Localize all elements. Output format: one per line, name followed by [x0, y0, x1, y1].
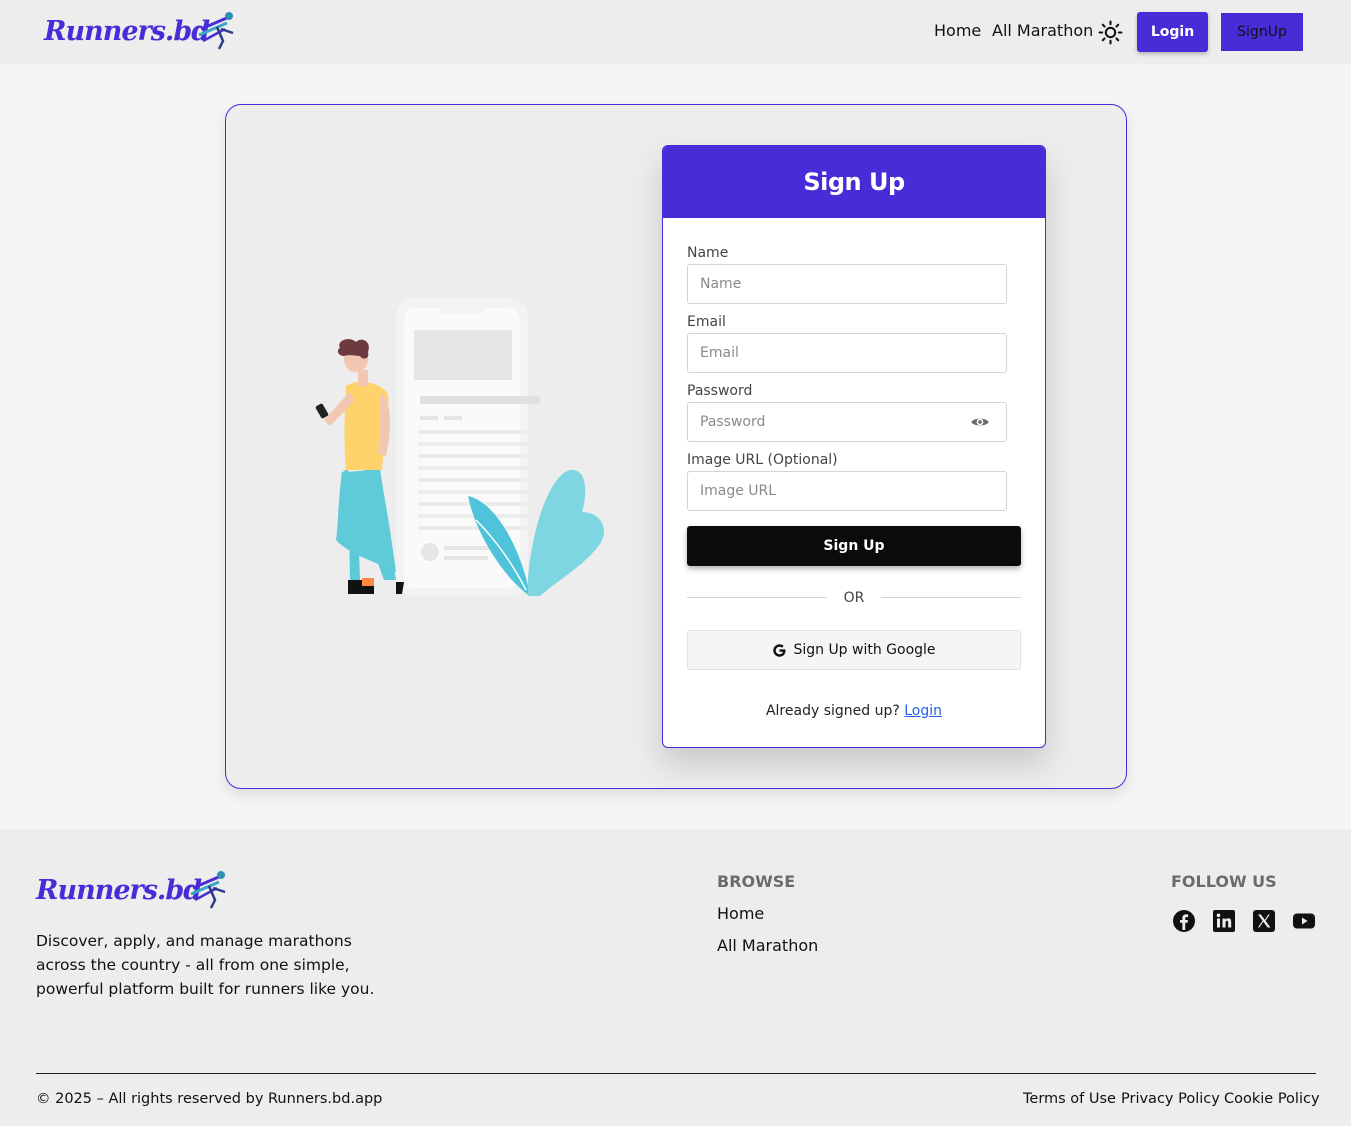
brand-logo[interactable]: Runners.bd — [44, 8, 239, 54]
login-button[interactable]: Login — [1137, 12, 1208, 52]
footer-divider — [36, 1073, 1316, 1074]
x-icon[interactable] — [1252, 909, 1276, 933]
sun-icon[interactable] — [1098, 20, 1123, 45]
google-icon — [773, 643, 786, 657]
divider-right — [881, 597, 1021, 598]
brand-logo-text: Runners.bd — [44, 15, 210, 47]
navbar: Runners.bd Home All Marathon Login SignU… — [0, 0, 1351, 64]
email-label: Email — [687, 314, 726, 330]
signup-button[interactable]: SignUp — [1221, 13, 1303, 51]
linkedin-icon[interactable] — [1212, 909, 1236, 933]
password-label: Password — [687, 383, 753, 399]
already-signed-up: Already signed up? Login — [663, 703, 1045, 719]
cookie-policy-link[interactable]: Cookie Policy — [1224, 1091, 1320, 1107]
footer-link-home[interactable]: Home — [717, 904, 764, 923]
footer-link-all-marathon[interactable]: All Marathon — [717, 936, 818, 955]
nav-link-home[interactable]: Home — [934, 21, 981, 40]
person-phone-illustration — [315, 298, 604, 596]
image-url-input[interactable] — [687, 471, 1007, 511]
runner-logo-icon — [198, 12, 234, 50]
privacy-policy-link[interactable]: Privacy Policy — [1121, 1091, 1220, 1107]
browse-heading: BROWSE — [717, 872, 796, 891]
runner-logo-icon — [190, 871, 226, 909]
eye-icon[interactable] — [970, 412, 990, 432]
name-input[interactable] — [687, 264, 1007, 304]
signup-form-card: Sign Up Name Email Password Image URL (O… — [662, 145, 1046, 748]
copyright-text: © 2025 – All rights reserved by Runners.… — [36, 1091, 383, 1107]
form-title: Sign Up — [663, 146, 1045, 218]
already-signed-up-text: Already signed up? — [765, 703, 900, 719]
google-signup-button[interactable]: Sign Up with Google — [687, 630, 1021, 670]
password-input[interactable] — [687, 402, 1007, 442]
name-label: Name — [687, 245, 729, 261]
nav-link-all-marathon[interactable]: All Marathon — [992, 21, 1093, 40]
footer-brand-logo[interactable]: Runners.bd — [36, 867, 231, 913]
youtube-icon[interactable] — [1292, 909, 1316, 933]
signup-submit-button[interactable]: Sign Up — [687, 526, 1021, 566]
footer: Runners.bd Discover, apply, and manage m… — [0, 829, 1351, 1126]
or-divider-text: OR — [843, 590, 865, 606]
follow-us-heading: FOLLOW US — [1171, 872, 1277, 891]
divider-left — [687, 597, 827, 598]
email-input[interactable] — [687, 333, 1007, 373]
facebook-icon[interactable] — [1172, 909, 1196, 933]
google-signup-label: Sign Up with Google — [793, 642, 936, 658]
footer-description: Discover, apply, and manage marathons ac… — [36, 932, 375, 998]
terms-of-use-link[interactable]: Terms of Use — [1023, 1091, 1116, 1107]
footer-brand-logo-text: Runners.bd — [36, 874, 202, 906]
login-link[interactable]: Login — [904, 703, 942, 719]
image-url-label: Image URL (Optional) — [687, 452, 838, 468]
